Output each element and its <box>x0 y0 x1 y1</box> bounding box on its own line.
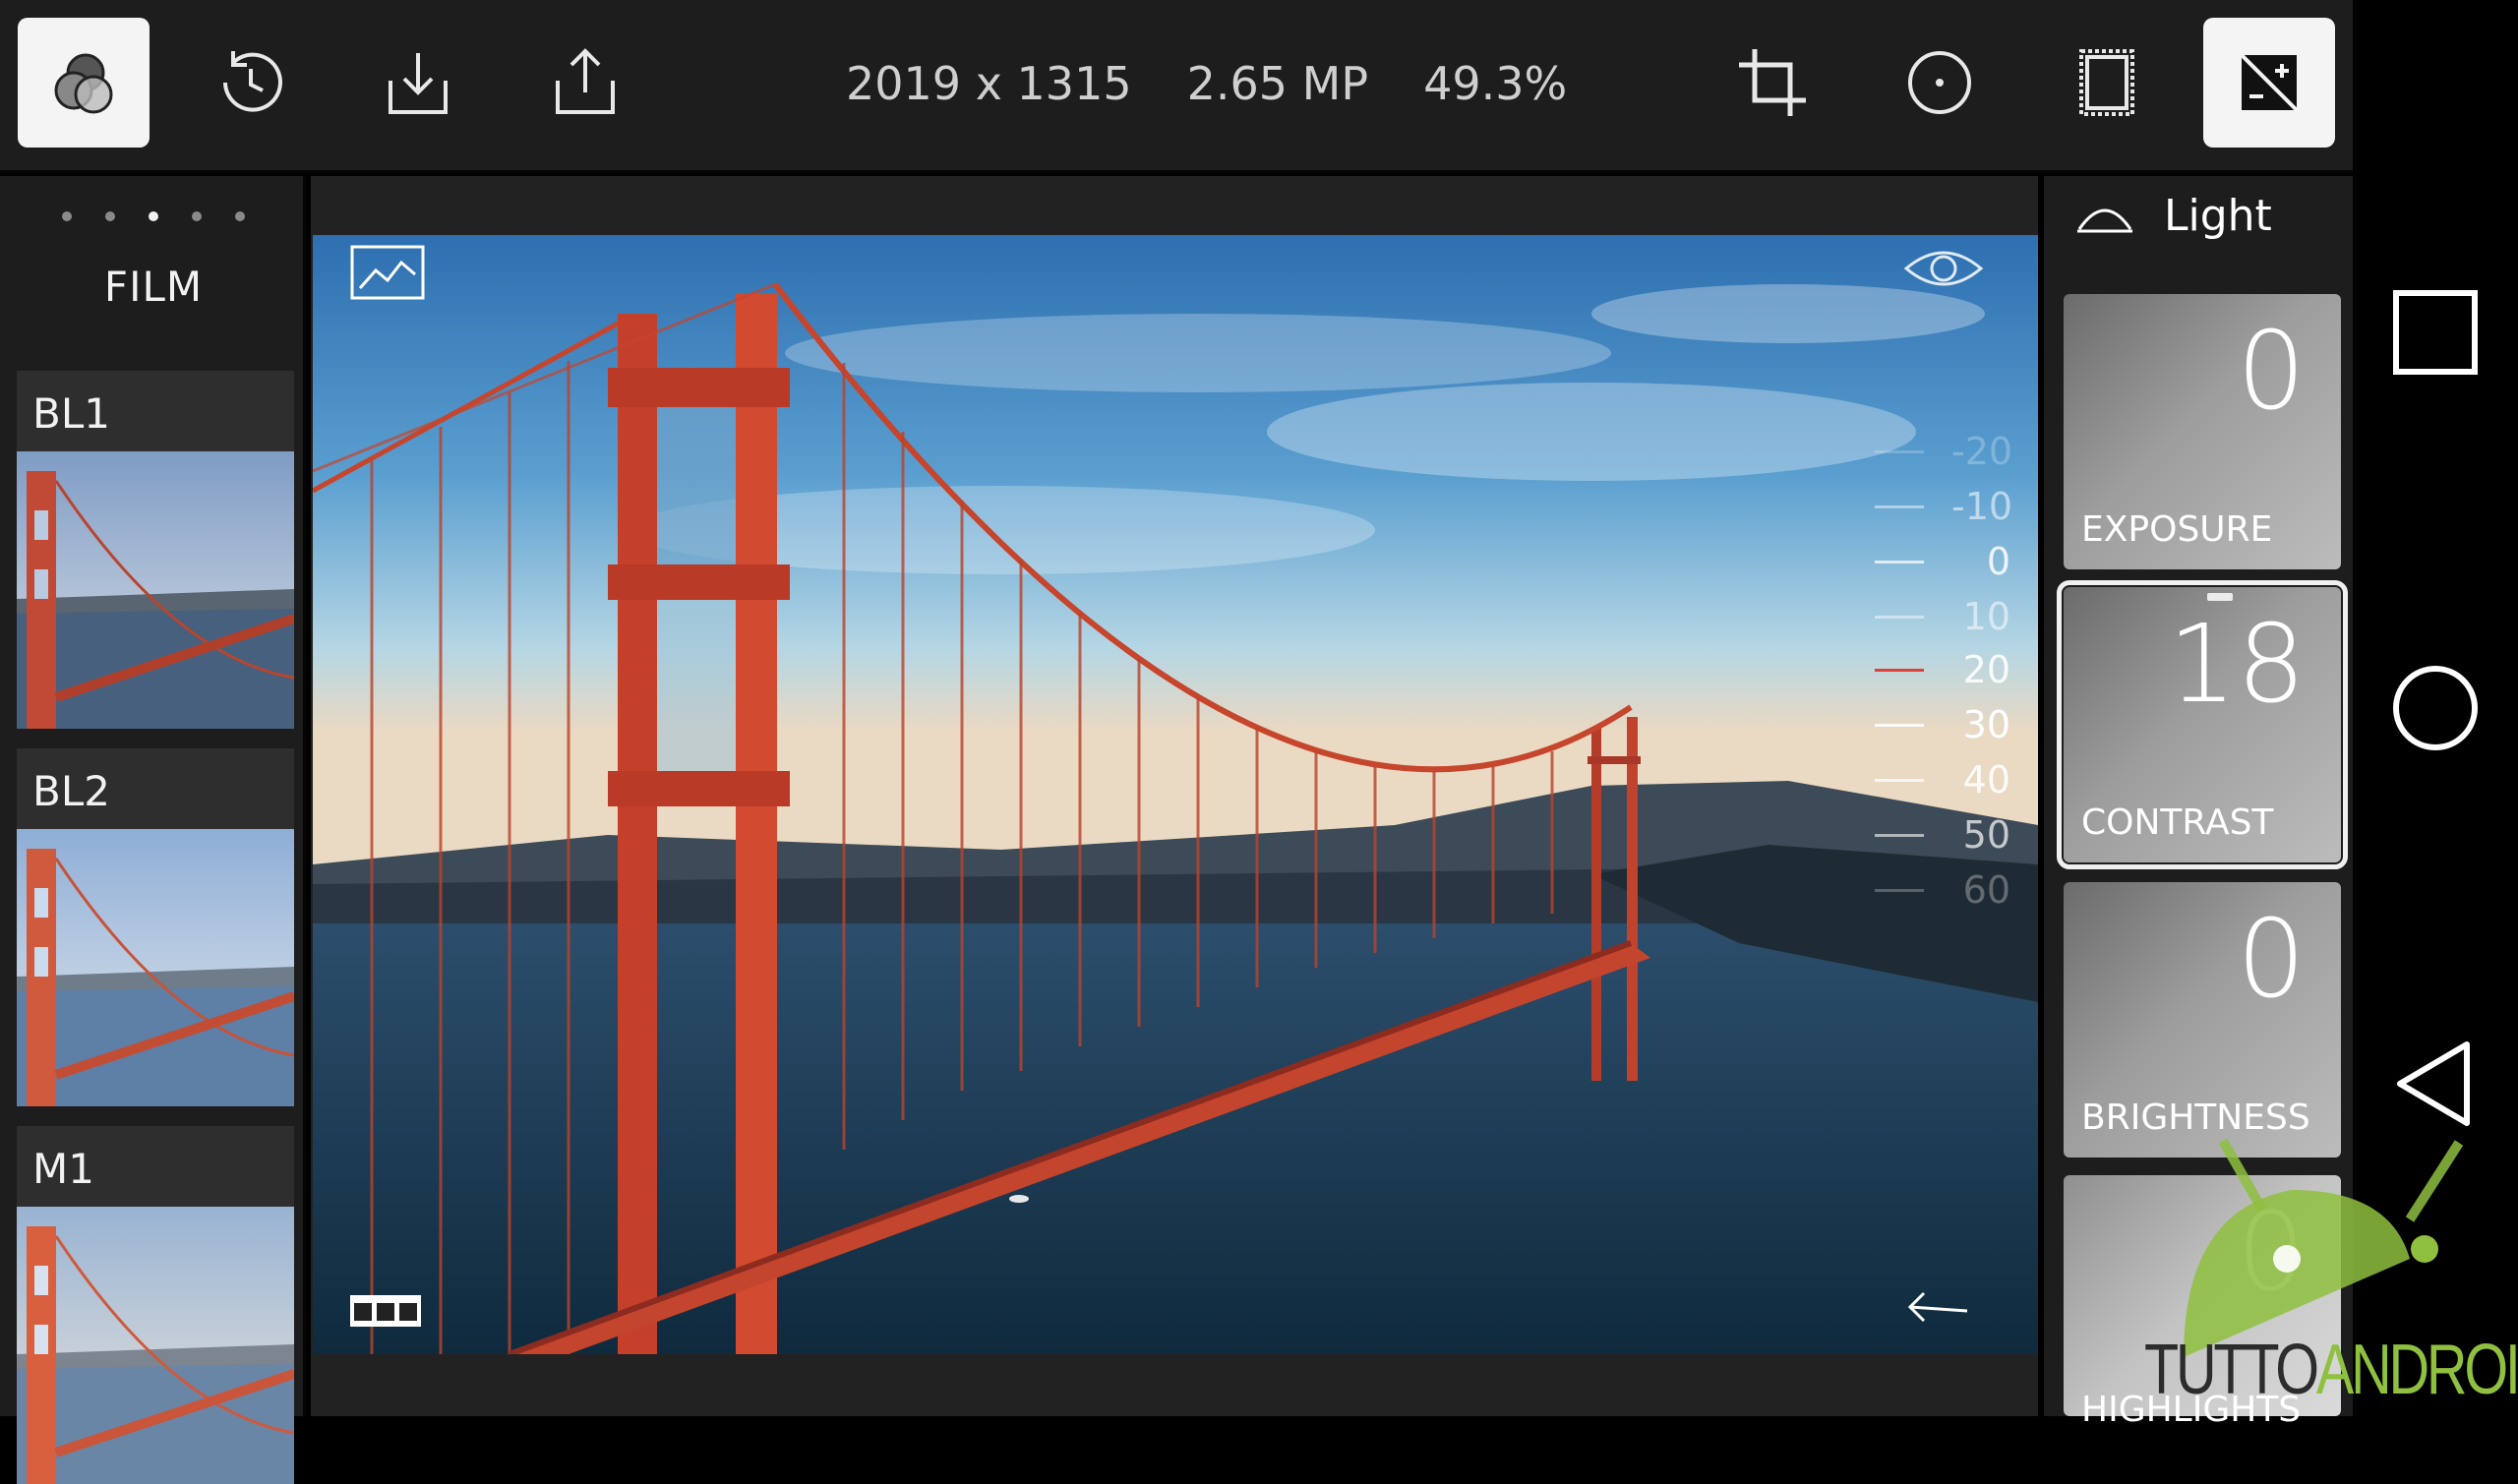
contrast-label: CONTRAST <box>2081 802 2274 843</box>
vignette-button[interactable] <box>1874 18 2006 148</box>
exposure-tile[interactable]: 0 EXPOSURE <box>2064 294 2341 569</box>
watermark-text: TUTTOANDROID <box>2144 1330 2518 1410</box>
exposure-label: EXPOSURE <box>2081 509 2273 550</box>
history-icon <box>223 51 282 112</box>
crop-icon <box>1739 49 1806 116</box>
film-panel: FILM BL1 BL2 M1 <box>0 176 307 1484</box>
brightness-tile[interactable]: 0 BRIGHTNESS <box>2064 882 2341 1158</box>
scale-tick-label: 50 <box>1962 813 2010 857</box>
scale-tick-label: 0 <box>1986 540 2010 583</box>
download-button[interactable] <box>352 18 484 148</box>
circle-icon <box>1908 51 1971 114</box>
scale-tick: 10 <box>1875 595 2010 638</box>
frame-icon <box>2079 49 2134 116</box>
preset-thumbnail <box>17 451 294 729</box>
scale-tick: 20 <box>1875 648 2010 691</box>
preset-m1[interactable]: M1 <box>17 1126 294 1484</box>
adjustment-group-label: Light <box>2164 190 2272 241</box>
history-button[interactable] <box>185 18 317 148</box>
page-dot[interactable] <box>62 211 72 221</box>
image-megapixels: 2.65 MP <box>1186 57 1369 110</box>
selection-marker <box>2207 593 2233 601</box>
frame-button[interactable] <box>2041 18 2173 148</box>
back-icon[interactable] <box>2388 1037 2483 1131</box>
filters-icon <box>54 53 113 114</box>
preset-label: M1 <box>32 1145 94 1193</box>
recents-icon[interactable] <box>2388 285 2483 380</box>
preset-thumbnail <box>17 829 294 1106</box>
share-icon <box>556 48 615 114</box>
photo-golden-gate-bridge <box>313 235 2038 1354</box>
scale-tick-label: -20 <box>1951 430 2013 473</box>
zoom-level: 49.3% <box>1423 57 1568 110</box>
histogram-icon <box>350 245 425 300</box>
adjustment-group-header[interactable]: Light <box>2075 176 2272 255</box>
top-toolbar: 2019 x 1315 2.65 MP 49.3% <box>0 0 2353 173</box>
scale-tick: -10 <box>1875 485 2013 528</box>
preset-thumbnail <box>17 1207 294 1484</box>
scale-tick-label: -10 <box>1951 485 2013 528</box>
preset-label: BL1 <box>32 389 110 438</box>
histogram-toggle[interactable] <box>350 245 425 300</box>
filmstrip-toggle[interactable] <box>350 1291 421 1331</box>
contrast-tile[interactable]: 18 CONTRAST <box>2057 580 2348 869</box>
page-dot[interactable] <box>105 211 115 221</box>
scale-tick-line <box>1875 615 1924 619</box>
scale-tick-label: 60 <box>1962 868 2010 912</box>
film-category-title: FILM <box>103 263 204 311</box>
scale-tick-line <box>1875 505 1924 508</box>
share-button[interactable] <box>519 18 651 148</box>
scale-tick-line <box>1875 778 1924 782</box>
scale-tick-line <box>1875 560 1924 564</box>
scale-tick-label: 20 <box>1962 648 2010 691</box>
photo-canvas[interactable]: -20 -10 0 10 20 30 40 50 60 <box>311 176 2038 1416</box>
scale-tick: 0 <box>1875 540 2010 583</box>
preset-bl1[interactable]: BL1 <box>17 371 294 729</box>
scale-tick-line <box>1875 833 1924 837</box>
filters-button[interactable] <box>18 18 150 148</box>
scale-tick: 60 <box>1875 868 2010 912</box>
scale-tick-line <box>1875 668 1924 672</box>
highlights-value: 0 <box>2237 1189 2306 1315</box>
crop-button[interactable] <box>1707 18 1838 148</box>
scale-tick-line <box>1875 449 1924 453</box>
watermark-text-android: ANDROID <box>2315 1331 2518 1409</box>
contrast-value: 18 <box>2168 601 2306 727</box>
scale-tick-label: 40 <box>1962 758 2010 801</box>
undo-button[interactable] <box>1904 1281 1973 1331</box>
page-indicator <box>0 211 307 221</box>
back-arrow-icon <box>1907 1291 1968 1323</box>
preset-label: BL2 <box>32 767 110 815</box>
page-dot[interactable] <box>235 211 245 221</box>
brightness-label: BRIGHTNESS <box>2081 1098 2310 1138</box>
page-dot[interactable] <box>192 211 202 221</box>
preset-bl2[interactable]: BL2 <box>17 748 294 1106</box>
scale-tick-label: 10 <box>1962 595 2010 638</box>
home-icon[interactable] <box>2388 661 2483 755</box>
download-icon <box>389 53 448 114</box>
scale-tick: -20 <box>1875 430 2013 473</box>
brightness-value: 0 <box>2237 896 2306 1022</box>
system-navigation-bar <box>2353 0 2518 1416</box>
adjustment-panel: Light 0 EXPOSURE 18 CONTRAST 0 BRIGHTNES… <box>2044 176 2353 1430</box>
adjust-button[interactable] <box>2203 18 2335 148</box>
page-dot-active[interactable] <box>149 211 158 221</box>
compare-toggle[interactable] <box>1902 241 1985 296</box>
strip-icon <box>350 1295 421 1327</box>
scale-tick: 30 <box>1875 703 2010 746</box>
light-icon <box>2077 208 2132 233</box>
adjust-exposure-icon <box>2240 53 2299 112</box>
watermark-text-tutto: TUTTO <box>2144 1331 2319 1409</box>
scale-tick: 40 <box>1875 758 2010 801</box>
image-resolution: 2019 x 1315 <box>846 57 1132 110</box>
image-info: 2019 x 1315 2.65 MP 49.3% <box>846 39 1567 128</box>
eye-icon <box>1903 251 1984 286</box>
scale-tick: 50 <box>1875 813 2010 857</box>
scale-tick-line <box>1875 888 1924 892</box>
scale-tick-line <box>1875 723 1924 727</box>
scale-tick-label: 30 <box>1962 703 2010 746</box>
exposure-value: 0 <box>2237 308 2306 434</box>
